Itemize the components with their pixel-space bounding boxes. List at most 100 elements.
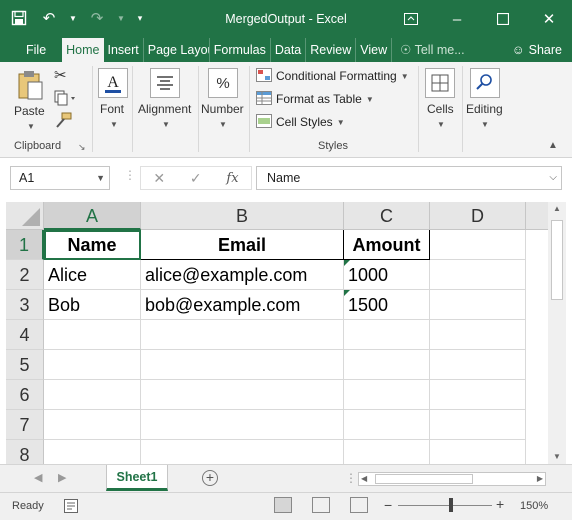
alignment-dropdown-icon[interactable]: ▼ <box>162 120 170 129</box>
tab-insert[interactable]: Insert <box>104 38 144 62</box>
ribbon-display-options-icon[interactable] <box>388 0 434 38</box>
tab-split-grip-icon[interactable]: ⋮ <box>345 471 357 485</box>
cancel-icon[interactable]: ✕ <box>153 170 165 187</box>
row-header-4[interactable]: 4 <box>6 320 44 350</box>
percent-icon[interactable]: % <box>208 68 238 101</box>
scroll-down-icon[interactable]: ▼ <box>548 450 566 464</box>
column-header-b[interactable]: B <box>141 202 344 230</box>
name-box-dropdown-icon[interactable]: ▼ <box>96 167 105 189</box>
cell-c5[interactable] <box>344 350 430 380</box>
cell-c8[interactable] <box>344 440 430 464</box>
cell-c4[interactable] <box>344 320 430 350</box>
insert-function-icon[interactable]: fx <box>226 171 238 186</box>
cell-d7[interactable] <box>430 410 526 440</box>
cell-d1[interactable] <box>430 230 526 260</box>
zoom-level[interactable]: 150% <box>520 500 548 512</box>
worksheet-grid[interactable]: A B C D 1 2 3 4 5 6 7 8 Name Email Amoun… <box>6 202 548 464</box>
row-header-8[interactable]: 8 <box>6 440 44 464</box>
cell-c2[interactable]: 1000 <box>344 260 430 290</box>
formula-input[interactable]: Name ⌵ <box>256 166 562 190</box>
sheet-next-icon[interactable]: ▶ <box>58 471 66 484</box>
zoom-out-icon[interactable]: − <box>384 497 392 513</box>
cell-a8[interactable] <box>44 440 141 464</box>
zoom-slider[interactable] <box>398 505 492 506</box>
expand-formula-bar-icon[interactable]: ⌵ <box>549 167 557 189</box>
magnifier-icon[interactable] <box>470 68 500 101</box>
cell-b5[interactable] <box>141 350 344 380</box>
tab-review[interactable]: Review <box>306 38 357 62</box>
cell-b6[interactable] <box>141 380 344 410</box>
paste-dropdown-icon[interactable]: ▼ <box>27 122 35 131</box>
number-dropdown-icon[interactable]: ▼ <box>219 120 227 129</box>
tab-data[interactable]: Data <box>271 38 307 62</box>
cell-d6[interactable] <box>430 380 526 410</box>
horizontal-scrollbar[interactable]: ◀ ▶ <box>358 472 546 486</box>
format-as-table-button[interactable]: Format as Table ▼ <box>256 89 374 109</box>
paste-icon[interactable] <box>18 70 44 103</box>
tab-home[interactable]: Home <box>62 38 104 62</box>
editing-dropdown-icon[interactable]: ▼ <box>481 120 489 129</box>
column-header-a[interactable]: A <box>44 202 141 230</box>
close-icon[interactable]: ✕ <box>526 0 572 38</box>
vertical-scrollbar[interactable]: ▲ ▼ <box>548 202 566 464</box>
cell-d8[interactable] <box>430 440 526 464</box>
cell-b4[interactable] <box>141 320 344 350</box>
tell-me-search[interactable]: ☉ Tell me... <box>392 38 478 62</box>
font-label[interactable]: Font <box>100 102 124 116</box>
cell-a6[interactable] <box>44 380 141 410</box>
zoom-in-icon[interactable]: + <box>496 496 504 512</box>
cell-styles-button[interactable]: Cell Styles ▼ <box>256 112 345 132</box>
select-all-corner[interactable] <box>6 202 44 230</box>
normal-view-icon[interactable] <box>274 497 292 513</box>
tab-page-layout[interactable]: Page Layou <box>144 38 210 62</box>
cell-b7[interactable] <box>141 410 344 440</box>
cell-c3[interactable]: 1500 <box>344 290 430 320</box>
cell-b1[interactable]: Email <box>141 230 344 260</box>
horizontal-scroll-thumb[interactable] <box>375 474 473 484</box>
column-header-d[interactable]: D <box>430 202 526 230</box>
cut-icon[interactable]: ✂ <box>54 66 67 84</box>
cell-a5[interactable] <box>44 350 141 380</box>
font-icon[interactable]: A <box>98 68 128 101</box>
column-header-e[interactable] <box>526 202 548 230</box>
font-dropdown-icon[interactable]: ▼ <box>110 120 118 129</box>
row-header-2[interactable]: 2 <box>6 260 44 290</box>
editing-label[interactable]: Editing <box>466 102 503 116</box>
zoom-slider-thumb[interactable] <box>449 498 453 512</box>
row-header-3[interactable]: 3 <box>6 290 44 320</box>
scroll-left-icon[interactable]: ◀ <box>361 473 367 485</box>
cell-a7[interactable] <box>44 410 141 440</box>
add-sheet-icon[interactable]: + <box>202 470 218 486</box>
cells-dropdown-icon[interactable]: ▼ <box>437 120 445 129</box>
page-break-preview-icon[interactable] <box>350 497 368 513</box>
alignment-icon[interactable] <box>150 68 180 101</box>
cells-label[interactable]: Cells <box>427 102 454 116</box>
format-painter-icon[interactable] <box>54 112 72 131</box>
cell-a1[interactable]: Name <box>44 230 141 260</box>
enter-icon[interactable]: ✓ <box>190 170 202 187</box>
cell-a2[interactable]: Alice <box>44 260 141 290</box>
cell-b8[interactable] <box>141 440 344 464</box>
cell-a3[interactable]: Bob <box>44 290 141 320</box>
tab-file[interactable]: File <box>0 38 62 62</box>
cells-icon[interactable] <box>425 68 455 101</box>
dialog-launcher-icon[interactable]: ↘ <box>78 142 86 153</box>
row-header-6[interactable]: 6 <box>6 380 44 410</box>
row-header-1[interactable]: 1 <box>6 230 44 260</box>
row-header-7[interactable]: 7 <box>6 410 44 440</box>
alignment-label[interactable]: Alignment <box>138 102 191 116</box>
cell-b3[interactable]: bob@example.com <box>141 290 344 320</box>
cell-c7[interactable] <box>344 410 430 440</box>
cell-d2[interactable] <box>430 260 526 290</box>
paste-label[interactable]: Paste <box>14 104 45 118</box>
cell-b2[interactable]: alice@example.com <box>141 260 344 290</box>
page-layout-view-icon[interactable] <box>312 497 330 513</box>
scroll-right-icon[interactable]: ▶ <box>537 473 543 485</box>
minimize-icon[interactable]: – <box>434 0 480 38</box>
conditional-formatting-button[interactable]: Conditional Formatting ▼ <box>256 66 409 86</box>
cell-d3[interactable] <box>430 290 526 320</box>
collapse-ribbon-icon[interactable]: ▲ <box>548 140 558 151</box>
cell-d4[interactable] <box>430 320 526 350</box>
vertical-scroll-thumb[interactable] <box>551 220 563 300</box>
name-box[interactable]: A1 ▼ <box>10 166 110 190</box>
